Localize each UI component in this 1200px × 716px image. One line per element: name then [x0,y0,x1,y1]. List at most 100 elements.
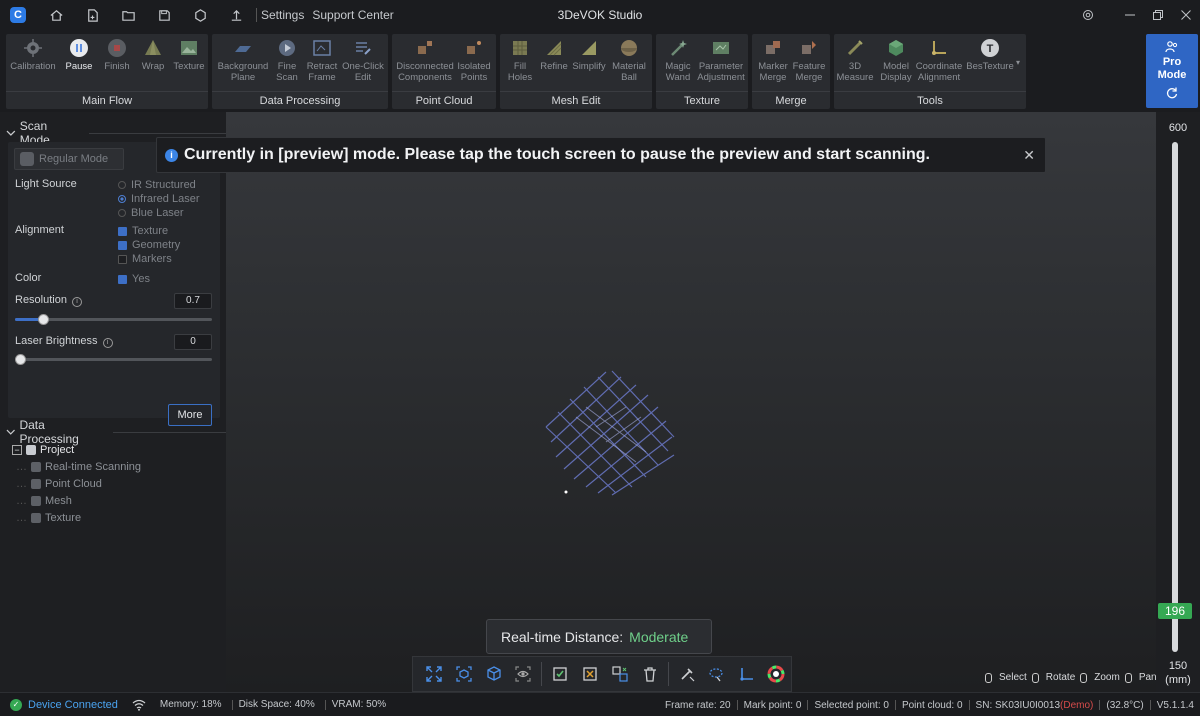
play-scan-icon [279,40,295,56]
tool-label: One-Click Edit [342,61,384,83]
status-divider [324,699,326,710]
chevron-down-icon[interactable]: ▾ [1016,58,1020,67]
collapse-icon[interactable]: − [12,445,22,455]
select-all-button[interactable] [545,659,575,689]
model-display-icon [889,40,903,56]
preview-mode-toast: i Currently in [preview] mode. Please ta… [156,137,1046,173]
texture-button[interactable]: Texture [170,38,208,72]
mouse-legend: Select Rotate Zoom Pan [985,672,1156,683]
tree-item-point-cloud[interactable]: … Point Cloud [16,476,102,492]
radio-selected-icon [118,195,126,203]
finish-button[interactable]: Finish [98,38,136,72]
coordinate-alignment-button[interactable]: Coordinate Alignment [914,38,964,83]
invert-selection-icon [612,666,628,682]
3d-measure-button[interactable]: 3D Measure [836,38,874,83]
delete-button[interactable] [635,659,665,689]
pro-mode-label-1: Pro [1162,56,1182,68]
magic-wand-button[interactable]: Magic Wand [658,38,698,83]
pro-mode-button[interactable]: Pro Mode [1146,34,1198,108]
resolution-label: Resolution i [15,294,82,307]
regular-mode-button[interactable]: Regular Mode [14,148,124,170]
slider-handle[interactable] [38,314,49,325]
resolution-slider[interactable] [15,314,212,325]
calibration-button[interactable]: Calibration [8,38,58,72]
save-icon[interactable] [146,0,182,30]
lasso-select-button[interactable] [701,659,731,689]
tree-item-real-time-scanning[interactable]: … Real-time Scanning [16,459,141,475]
brush-select-button[interactable] [672,659,702,689]
laser-brightness-slider[interactable] [15,354,212,365]
info-icon[interactable]: i [102,337,113,348]
upload-icon[interactable] [218,0,254,30]
radio-blue-laser[interactable]: Blue Laser [118,207,184,219]
checkbox-markers[interactable]: Markers [118,253,172,265]
fit-view-button[interactable] [419,659,449,689]
tool-label: Retract Frame [306,61,338,83]
axis-button[interactable] [731,659,761,689]
refine-button[interactable]: Refine [536,38,572,72]
minimize-icon[interactable] [1116,0,1144,30]
eye-icon [515,666,531,682]
target-icon[interactable] [1074,0,1102,30]
focus-box-button[interactable] [449,659,479,689]
retract-frame-button[interactable]: Retract Frame [302,38,342,83]
open-folder-icon[interactable] [110,0,146,30]
radio-infrared-laser[interactable]: Infrared Laser [118,193,199,205]
tool-label: Refine [540,61,568,72]
visibility-button[interactable] [508,659,538,689]
tree-item-project[interactable]: − Project [12,442,74,458]
background-plane-button[interactable]: Background Plane [216,38,270,83]
cube-frame-icon [456,666,472,682]
tree-item-texture[interactable]: … Texture [16,510,81,526]
support-center-link[interactable]: Support Center [312,8,393,22]
svg-text:T: T [987,43,994,55]
radio-ir-structured[interactable]: IR Structured [118,179,196,191]
parameter-adjustment-button[interactable]: Parameter Adjustment [696,38,746,83]
close-icon[interactable]: ✕ [1023,147,1035,164]
deselect-button[interactable] [575,659,605,689]
tool-label: Texture [173,61,205,72]
checkbox-color-yes[interactable]: Yes [118,273,150,285]
model-display-button[interactable]: Model Display [874,38,918,83]
checkbox-texture[interactable]: Texture [118,225,168,237]
simplify-button[interactable]: Simplify [570,38,608,72]
laser-brightness-value[interactable]: 0 [174,334,212,350]
fine-scan-button[interactable]: Fine Scan [268,38,306,83]
checkbox-geometry[interactable]: Geometry [118,239,180,251]
cube-view-button[interactable] [479,659,509,689]
scanner-icon [20,152,34,166]
invert-selection-button[interactable] [605,659,635,689]
fill-holes-button[interactable]: Fill Holes [502,38,538,83]
tree-item-mesh[interactable]: … Mesh [16,493,72,509]
feature-merge-button[interactable]: Feature Merge [790,38,828,83]
close-icon[interactable] [1172,0,1200,30]
one-click-edit-button[interactable]: One-Click Edit [340,38,386,83]
color-wheel-icon [767,665,785,683]
device-temperature: (32.8°C) [1106,699,1144,711]
tree-label: Project [40,444,75,456]
new-file-icon[interactable] [74,0,110,30]
disconnected-components-button[interactable]: Disconnected Components [394,38,456,83]
tool-label: Isolated Points [457,61,491,83]
3d-viewport[interactable]: Select Rotate Zoom Pan [226,112,1156,692]
isolated-points-button[interactable]: Isolated Points [454,38,494,83]
mouse-left-icon [985,672,992,683]
pause-button[interactable]: Pause [60,38,98,72]
export-model-icon[interactable] [182,0,218,30]
bestexture-button[interactable]: T BesTexture [964,38,1016,72]
home-icon[interactable] [38,0,74,30]
expand-icon [426,666,442,682]
info-icon[interactable]: i [71,296,82,307]
color-wheel-button[interactable] [761,659,791,689]
marker-merge-button[interactable]: Marker Merge [754,38,792,83]
restore-icon[interactable] [1144,0,1172,30]
tool-label: 3D Measure [836,61,874,83]
resolution-value[interactable]: 0.7 [174,293,212,309]
toolbar-separator [667,662,669,686]
wrap-button[interactable]: Wrap [134,38,172,72]
settings-link[interactable]: Settings [261,8,304,22]
slider-handle[interactable] [15,354,26,365]
material-ball-button[interactable]: Material Ball [608,38,650,83]
scan-preview-mesh [545,370,675,496]
status-divider [807,700,809,710]
